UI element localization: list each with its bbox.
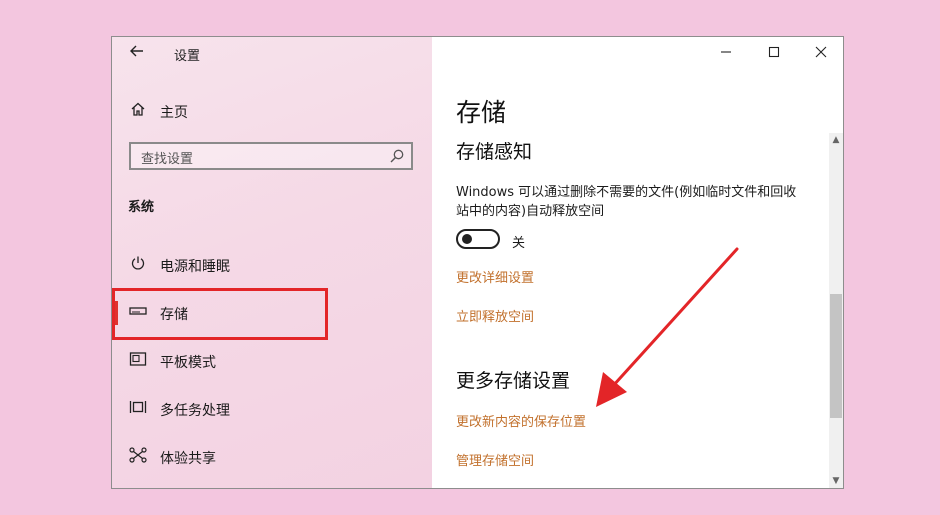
maximize-button[interactable] (759, 43, 789, 65)
sidebar-item-multitasking[interactable]: 多任务处理 (112, 389, 432, 429)
sidebar-item-tablet-mode[interactable]: 平板模式 (112, 341, 432, 381)
back-button[interactable] (126, 43, 148, 65)
storage-sense-heading: 存储感知 (456, 141, 533, 163)
search-icon (390, 149, 404, 163)
minimize-button[interactable] (711, 43, 741, 65)
tablet-mode-icon (128, 351, 148, 371)
window-title: 设置 (174, 49, 201, 64)
annotation-highlight-box (112, 288, 328, 340)
scrollbar-thumb[interactable] (830, 294, 842, 418)
storage-sense-description: Windows 可以通过删除不需要的文件(例如临时文件和回收站中的内容)自动释放… (456, 185, 797, 219)
scroll-up-icon[interactable]: ▲ (829, 133, 843, 147)
sidebar-item-power-sleep[interactable]: 电源和睡眠 (112, 245, 432, 285)
sidebar-item-label: 电源和睡眠 (160, 259, 230, 275)
sidebar-item-label: 主页 (160, 105, 188, 121)
shared-experiences-icon (128, 447, 148, 467)
more-storage-heading: 更多存储设置 (456, 370, 571, 392)
close-icon (815, 46, 827, 58)
change-details-link[interactable]: 更改详细设置 (456, 267, 534, 286)
sidebar-item-label: 多任务处理 (160, 403, 230, 419)
sidebar-item-shared-experiences[interactable]: 体验共享 (112, 437, 432, 477)
page-title: 存储 (456, 98, 507, 127)
manage-storage-spaces-link[interactable]: 管理存储空间 (456, 450, 534, 469)
toggle-knob (462, 234, 472, 244)
free-space-now-link[interactable]: 立即释放空间 (456, 306, 534, 325)
sidebar: 设置 主页 查找设置 系统 电源和睡眠 存储 平板模式 多任务处理 体验共享 (112, 37, 432, 488)
sidebar-item-label: 体验共享 (160, 451, 216, 467)
main-content: 存储 存储感知 Windows 可以通过删除不需要的文件(例如临时文件和回收站中… (432, 37, 843, 488)
sidebar-item-home[interactable]: 主页 (112, 91, 432, 131)
settings-window: 设置 主页 查找设置 系统 电源和睡眠 存储 平板模式 多任务处理 体验共享 存… (111, 36, 844, 489)
sidebar-item-label: 平板模式 (160, 355, 216, 371)
change-save-location-link[interactable]: 更改新内容的保存位置 (456, 411, 586, 430)
vertical-scrollbar[interactable]: ▲ ▼ (829, 133, 843, 488)
minimize-icon (721, 51, 731, 53)
maximize-icon (768, 46, 780, 58)
power-icon (128, 255, 148, 275)
back-arrow-icon (130, 45, 143, 57)
search-placeholder: 查找设置 (141, 152, 194, 167)
close-button[interactable] (806, 43, 836, 65)
toggle-state-label: 关 (512, 236, 526, 251)
storage-sense-toggle[interactable] (456, 229, 500, 249)
scroll-down-icon[interactable]: ▼ (829, 474, 843, 488)
multitasking-icon (128, 399, 148, 419)
section-title: 系统 (128, 200, 155, 215)
search-input[interactable]: 查找设置 (129, 142, 413, 170)
home-icon (128, 101, 148, 121)
